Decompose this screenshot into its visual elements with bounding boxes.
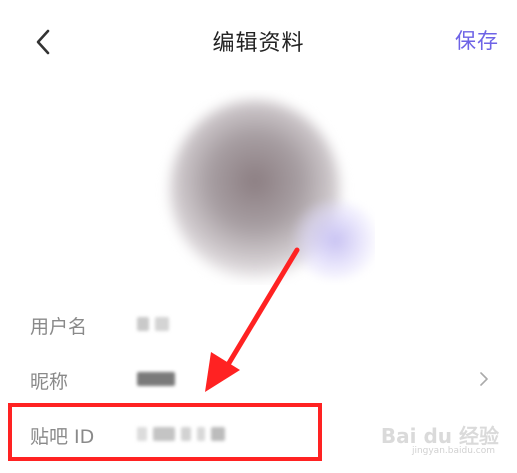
nickname-row[interactable]: 昵称 — [0, 355, 517, 405]
highlight-box — [8, 403, 322, 461]
username-label: 用户名 — [30, 316, 88, 338]
page-title: 编辑资料 — [212, 31, 305, 56]
chevron-right-icon — [477, 370, 491, 388]
top-bar: 编辑资料 保存 — [0, 0, 517, 82]
watermark-brand: Bai du 经验 — [380, 424, 499, 448]
nickname-label: 昵称 — [30, 371, 69, 393]
save-button[interactable]: 保存 — [455, 25, 499, 55]
username-row: 用户名 — [0, 300, 517, 350]
watermark-url: jingyan.baidu.com — [411, 446, 495, 456]
avatar[interactable] — [140, 90, 375, 285]
avatar-image-accent — [290, 200, 375, 280]
username-value-blurred — [137, 311, 175, 337]
nickname-value-blurred — [137, 366, 181, 392]
